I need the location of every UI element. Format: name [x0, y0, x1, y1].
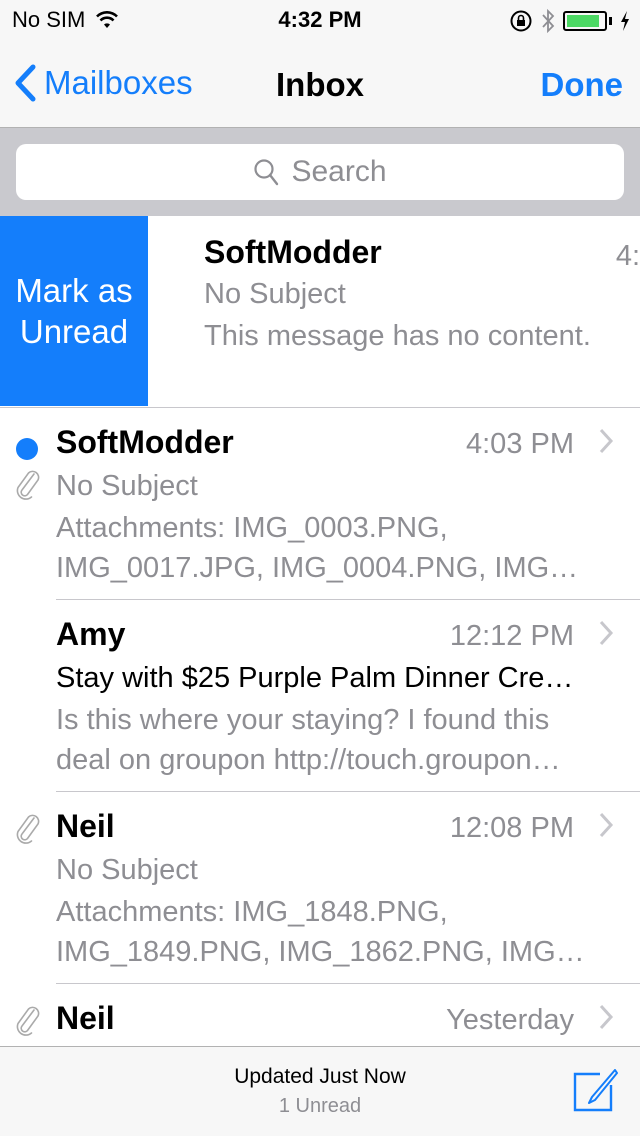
status-bar: No SIM 4:32 PM: [0, 0, 640, 40]
bottom-toolbar: Updated Just Now 1 Unread: [0, 1046, 640, 1136]
message-subject: No Subject: [56, 470, 198, 502]
message-row[interactable]: Neil 12:08 PM No Subject Attachments: IM…: [0, 792, 640, 984]
navigation-bar: Mailboxes Inbox Done: [0, 40, 640, 128]
message-row[interactable]: Mark as Unread SoftModder 4: No Subject T…: [0, 216, 640, 408]
message-preview: This message has no content.: [204, 320, 591, 352]
done-button[interactable]: Done: [541, 66, 624, 104]
compose-button[interactable]: [572, 1067, 618, 1113]
message-sender: SoftModder: [56, 424, 234, 460]
message-row[interactable]: Amy 12:12 PM Stay with $25 Purple Palm D…: [0, 600, 640, 792]
search-bar: Search: [0, 128, 640, 216]
paperclip-icon: [16, 1006, 40, 1036]
paperclip-icon: [16, 814, 40, 844]
message-list: Mark as Unread SoftModder 4: No Subject T…: [0, 216, 640, 1136]
message-subject: No Subject: [56, 854, 198, 886]
message-subject: No Subject: [204, 278, 346, 310]
message-time: 4:03 PM: [466, 428, 574, 460]
status-bar-right: [509, 8, 630, 34]
bluetooth-icon: [542, 8, 555, 34]
message-sender: Neil: [56, 808, 115, 844]
search-placeholder: Search: [291, 155, 387, 188]
chevron-right-icon: [599, 428, 614, 454]
chevron-right-icon: [599, 620, 614, 646]
chevron-right-icon: [599, 812, 614, 838]
battery-icon: [563, 11, 607, 31]
chevron-right-icon: [599, 1004, 614, 1030]
mark-as-unread-button[interactable]: Mark as Unread: [0, 216, 148, 406]
message-row[interactable]: SoftModder 4:03 PM No Subject Attachment…: [0, 408, 640, 600]
update-status: Updated Just Now: [234, 1065, 406, 1088]
battery-fill: [567, 15, 600, 27]
message-sender: Neil: [56, 1000, 115, 1036]
unread-count: 1 Unread: [278, 1095, 362, 1117]
message-time: 4:: [615, 240, 640, 272]
orientation-lock-icon: [510, 10, 532, 32]
paperclip-icon: [16, 470, 40, 500]
message-time: Yesterday: [446, 1004, 574, 1036]
message-sender: SoftModder: [204, 234, 382, 270]
message-preview: Attachments: IMG_0003.PNG, IMG_0017.JPG,…: [56, 512, 579, 584]
back-button-label: Mailboxes: [44, 64, 193, 101]
message-time: 12:08 PM: [449, 812, 574, 844]
unread-dot-icon: [16, 438, 38, 460]
message-content[interactable]: SoftModder 4: No Subject This message ha…: [148, 216, 640, 406]
message-subject: Stay with $25 Purple Palm Dinner Cre…: [56, 662, 574, 694]
search-icon: [254, 159, 279, 186]
charging-icon: [621, 11, 629, 31]
message-time: 12:12 PM: [449, 620, 574, 652]
battery-tip: [609, 17, 612, 25]
message-sender: Amy: [56, 616, 126, 652]
back-button[interactable]: Mailboxes: [14, 64, 193, 102]
message-preview: Attachments: IMG_1848.PNG, IMG_1849.PNG,…: [56, 896, 585, 968]
message-preview: Is this where your staying? I found this…: [56, 704, 561, 776]
search-input[interactable]: Search: [16, 144, 624, 200]
chevron-left-icon: [15, 64, 36, 102]
